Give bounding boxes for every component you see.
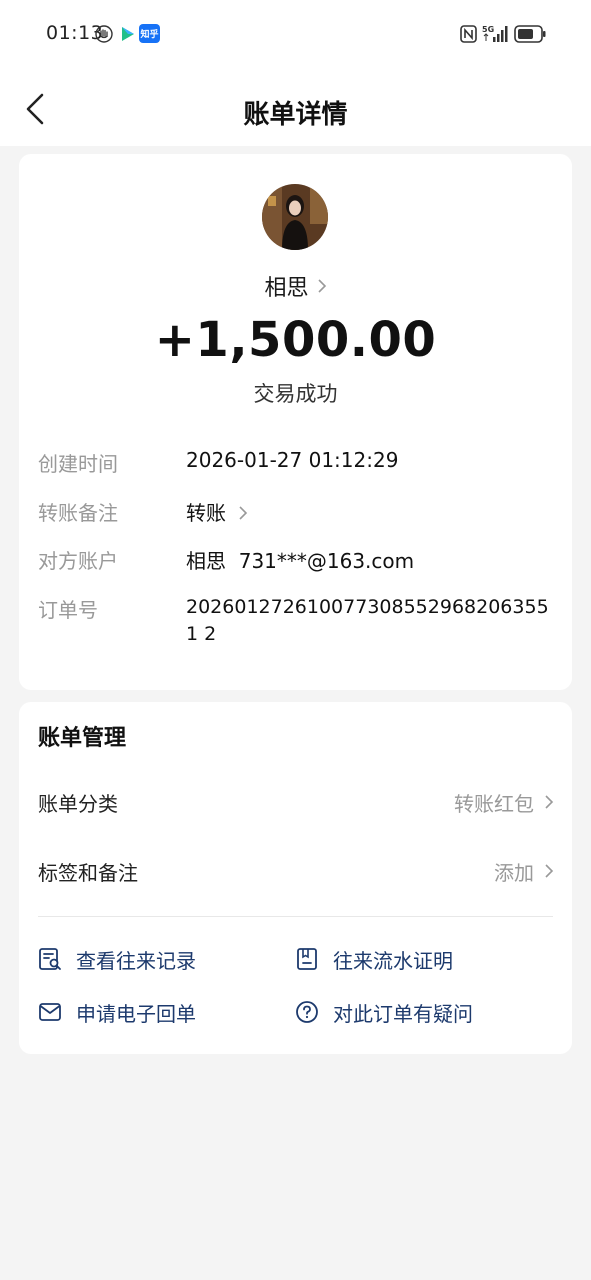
record-search-icon [39,948,61,970]
transaction-card: 相思 +1,500.00 交易成功 创建时间 2026-01-27 01:12:… [19,154,572,690]
tags-notes-label: 标签和备注 [38,861,138,885]
view-records-label: 查看往来记录 [76,948,196,973]
e-receipt-button[interactable]: 申请电子回单 [38,997,196,1027]
counterparty-account-value: 相思 731***@163.com [186,549,415,573]
tags-notes-value: 添加 [494,861,534,885]
network-type-label: 5G [482,25,494,34]
hand-icon [94,24,114,44]
transfer-note-label: 转账备注 [38,501,118,525]
mail-icon [39,1003,61,1021]
chevron-right-icon [239,506,248,520]
bill-category-label: 账单分类 [38,792,118,816]
e-receipt-label: 申请电子回单 [76,1001,196,1026]
tags-notes-row[interactable]: 标签和备注 添加 [19,849,572,889]
transfer-note-value: 转账 [186,501,226,525]
view-records-button[interactable]: 查看往来记录 [38,944,196,974]
page-title: 账单详情 [243,100,348,130]
transaction-amount: +1,500.00 [154,312,437,368]
counterparty-link[interactable]: 相思 [19,270,572,302]
bill-management-card: 账单管理 账单分类 转账红包 标签和备注 添加 查看往来记录 往来流水证明 申请… [19,702,572,1054]
counterparty-account-label: 对方账户 [38,549,118,573]
signal-5g-icon: 5G [482,24,508,44]
zhihu-app-icon: 知乎 [139,24,160,43]
bill-management-title: 账单管理 [38,726,127,751]
chevron-right-icon [317,279,326,293]
created-time-label: 创建时间 [38,452,118,476]
statement-doc-icon [297,948,317,970]
order-number-value: 2026012726100773085529682063551 2 [186,596,549,645]
avatar[interactable] [262,184,328,250]
battery-icon [514,24,546,44]
chevron-right-icon [545,864,554,878]
created-time-value: 2026-01-27 01:12:29 [186,448,399,472]
play-icon [119,24,135,44]
chevron-right-icon [545,795,554,809]
order-number-label: 订单号 [38,598,98,622]
statement-proof-label: 往来流水证明 [333,948,453,973]
status-bar: 01:13 知乎 5G [0,0,591,70]
divider [38,916,553,917]
bill-category-value: 转账红包 [454,792,534,816]
order-question-label: 对此订单有疑问 [333,1001,473,1026]
counterparty-name: 相思 [264,276,309,301]
question-circle-icon [296,1001,318,1023]
nfc-icon [459,24,477,44]
transfer-note-link[interactable]: 转账 [186,497,248,526]
order-question-button[interactable]: 对此订单有疑问 [295,997,473,1027]
transaction-status: 交易成功 [253,382,338,406]
statement-proof-button[interactable]: 往来流水证明 [295,944,453,974]
nav-bar: 账单详情 [0,70,591,146]
bill-category-row[interactable]: 账单分类 转账红包 [19,780,572,820]
